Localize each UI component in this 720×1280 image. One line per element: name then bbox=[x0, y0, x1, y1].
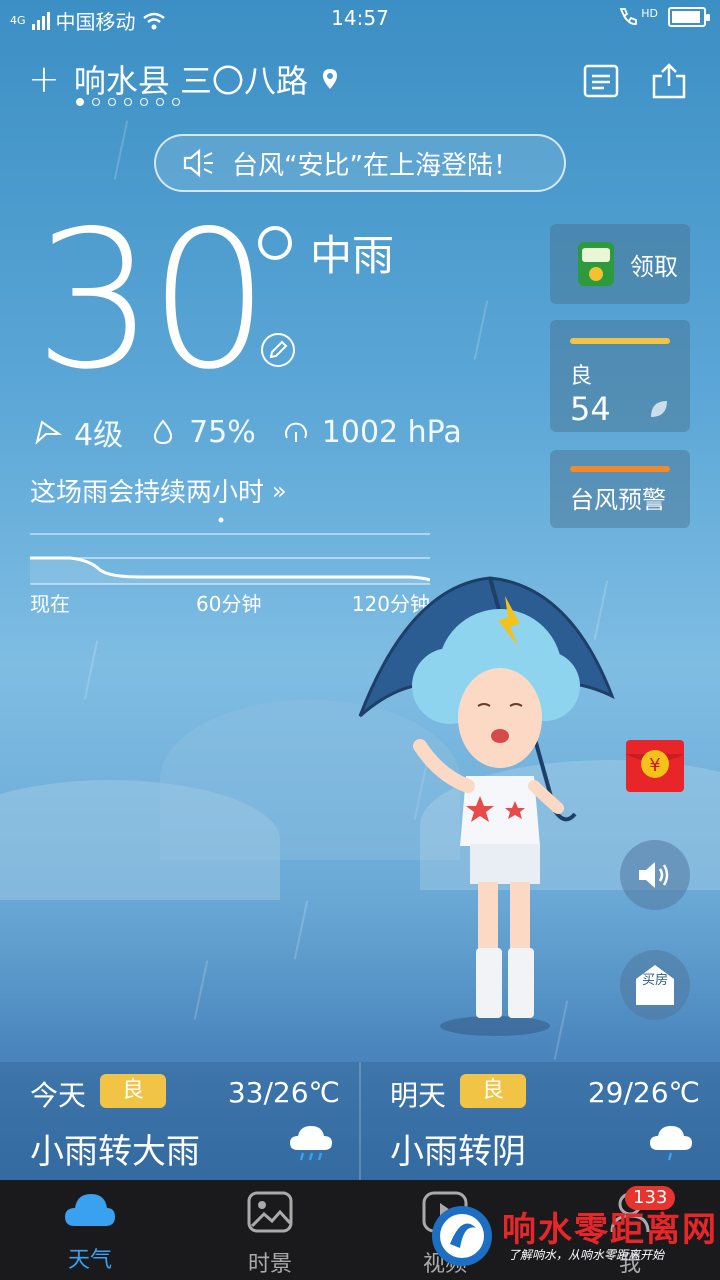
red-packet-button[interactable]: ¥ bbox=[626, 740, 684, 792]
voice-broadcast-button[interactable] bbox=[620, 840, 690, 910]
aqi-level: 良 bbox=[570, 364, 593, 389]
location-pin-icon bbox=[323, 69, 338, 89]
rain-forecast-text: 这场雨会持续两小时 bbox=[30, 478, 265, 508]
status-bar: 4G 中国移动 14:57 HD bbox=[0, 0, 720, 38]
page-dot bbox=[92, 98, 100, 106]
aqi-value: 54 bbox=[570, 390, 611, 428]
list-icon[interactable] bbox=[582, 62, 620, 100]
red-packet-icon: ¥ bbox=[626, 750, 684, 778]
forecast-today[interactable]: 今天 良 33/26℃ 小雨转大雨 bbox=[0, 1062, 360, 1180]
typhoon-warning-card[interactable]: 台风预警 bbox=[550, 450, 690, 528]
watermark-logo-icon bbox=[432, 1206, 492, 1266]
location-name[interactable]: 响水县 三〇八路 bbox=[74, 56, 308, 102]
degree-symbol bbox=[258, 226, 292, 260]
pressure-value: 1002 hPa bbox=[321, 414, 462, 450]
tab-label: 天气 bbox=[67, 1248, 112, 1273]
warning-label: 台风预警 bbox=[570, 486, 666, 514]
cloud-icon bbox=[65, 1194, 115, 1226]
pressure-icon bbox=[284, 422, 307, 442]
forecast-tomorrow[interactable]: 明天 良 29/26℃ 小雨转阴 bbox=[360, 1062, 720, 1180]
notice-text: 台风“安比”在上海登陆！ bbox=[232, 150, 519, 181]
wind-level: 4级 bbox=[74, 418, 124, 453]
page-indicator bbox=[76, 98, 180, 106]
wind-icon bbox=[35, 420, 62, 445]
typhoon-notice[interactable]: 台风“安比”在上海登陆！ bbox=[154, 134, 566, 192]
weather-metrics: 4级 75% 1002 hPa bbox=[34, 410, 462, 454]
current-condition: 中雨 bbox=[310, 231, 395, 280]
hd-label: HD bbox=[641, 6, 658, 20]
current-temperature: 30 bbox=[34, 190, 270, 411]
rain-girl-illustration bbox=[358, 576, 615, 1036]
forecast-desc: 小雨转阴 bbox=[390, 1132, 526, 1172]
svg-text:¥: ¥ bbox=[649, 755, 660, 776]
forecast-desc: 小雨转大雨 bbox=[30, 1132, 200, 1172]
humidity-icon bbox=[154, 419, 173, 445]
forecast-panel: 今天 良 33/26℃ 小雨转大雨 明天 良 29/26℃ 小雨转阴 bbox=[0, 1062, 720, 1180]
aqi-bar bbox=[570, 338, 670, 344]
edit-icon[interactable] bbox=[260, 332, 296, 368]
tab-weather[interactable]: 天气 bbox=[45, 1190, 135, 1274]
rain-forecast-link[interactable]: 这场雨会持续两小时 » bbox=[30, 472, 287, 509]
image-icon bbox=[247, 1191, 293, 1233]
page-dot bbox=[156, 98, 164, 106]
aqi-badge: 良 bbox=[460, 1074, 526, 1108]
coupon-card[interactable]: 领取 bbox=[550, 224, 690, 304]
page-dot bbox=[140, 98, 148, 106]
location-bar[interactable]: + 响水县 三〇八路 bbox=[28, 56, 338, 102]
aqi-badge: 良 bbox=[100, 1074, 166, 1108]
leaf-icon bbox=[651, 401, 667, 417]
volume-icon bbox=[639, 862, 669, 888]
site-watermark: 响水零距离网 了解响水，从响水零距离开始 bbox=[430, 1196, 720, 1276]
clock: 14:57 bbox=[331, 6, 389, 30]
page-dot bbox=[124, 98, 132, 106]
chevron-right-icon: » bbox=[272, 476, 287, 505]
page-dot bbox=[108, 98, 116, 106]
page-dot bbox=[172, 98, 180, 106]
coupon-label: 领取 bbox=[630, 252, 678, 281]
call-hd-icon bbox=[619, 8, 638, 25]
humidity-value: 75% bbox=[189, 414, 256, 450]
timeline-now: 现在 bbox=[30, 592, 70, 616]
forecast-temp: 29/26℃ bbox=[587, 1076, 700, 1109]
forecast-temp: 33/26℃ bbox=[227, 1076, 340, 1109]
aqi-card[interactable]: 良 54 bbox=[550, 320, 690, 432]
tab-scenery[interactable]: 时景 bbox=[225, 1190, 315, 1278]
timeline-60: 60分钟 bbox=[196, 592, 262, 616]
tab-label: 时景 bbox=[247, 1252, 292, 1277]
house-icon-text: 买房 bbox=[642, 973, 669, 988]
page-dot bbox=[76, 98, 84, 106]
speaker-icon bbox=[183, 148, 213, 178]
soda-gift-icon bbox=[578, 242, 614, 286]
forecast-day: 今天 bbox=[30, 1079, 87, 1112]
battery-icon bbox=[668, 7, 710, 27]
rain-cloud-icon bbox=[650, 1126, 692, 1161]
house-buying-button[interactable]: 买房 bbox=[620, 950, 690, 1020]
forecast-day: 明天 bbox=[390, 1079, 447, 1112]
add-city-icon[interactable]: + bbox=[28, 60, 60, 98]
rain-cloud-icon bbox=[290, 1126, 332, 1161]
watermark-title: 响水零距离网 bbox=[502, 1210, 718, 1250]
share-icon[interactable] bbox=[650, 62, 688, 100]
watermark-subtitle: 了解响水，从响水零距离开始 bbox=[508, 1248, 665, 1262]
warning-bar bbox=[570, 466, 670, 472]
